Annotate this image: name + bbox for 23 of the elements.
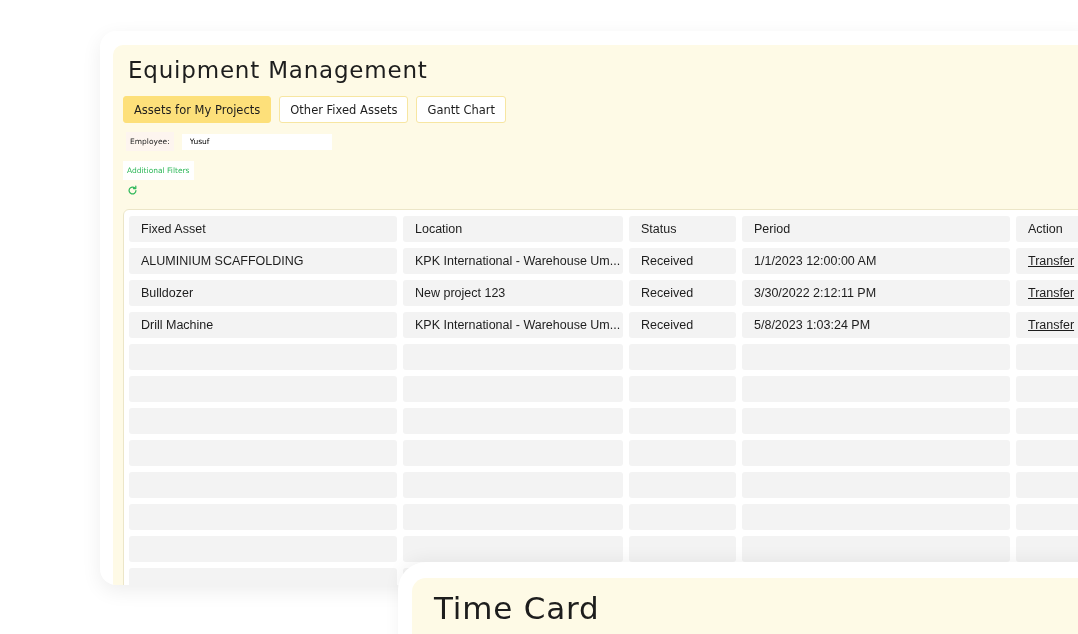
table-cell: 3/30/2022 2:12:11 PM xyxy=(742,280,1010,306)
column-header: Period xyxy=(742,216,1010,242)
table-cell: 1/1/2023 12:00:00 AM xyxy=(742,248,1010,274)
refresh-icon[interactable] xyxy=(127,185,138,196)
table-cell: Drill Machine xyxy=(129,312,397,338)
column-header: Status xyxy=(629,216,736,242)
tab[interactable]: Assets for My Projects xyxy=(123,96,272,123)
table-cell: Received xyxy=(629,280,736,306)
table-cell: KPK International - Warehouse Um... xyxy=(403,312,623,338)
column-header: Fixed Asset xyxy=(129,216,397,242)
table-cell: New project 123 xyxy=(403,280,623,306)
column-header: Location xyxy=(403,216,623,242)
table-cell: Received xyxy=(629,312,736,338)
table-cell: Bulldozer xyxy=(129,280,397,306)
page-title: Equipment Management xyxy=(127,56,429,85)
table-cell: Received xyxy=(629,248,736,274)
table-cell: 5/8/2023 1:03:24 PM xyxy=(742,312,1010,338)
tab[interactable]: Gantt Chart xyxy=(416,96,506,123)
card-title: Time Card xyxy=(434,590,600,626)
table-cell: ALUMINIUM SCAFFOLDING xyxy=(129,248,397,274)
tab[interactable]: Other Fixed Assets xyxy=(279,96,409,123)
column-header: Action xyxy=(1016,216,1078,242)
table-cell: KPK International - Warehouse Um... xyxy=(403,248,623,274)
